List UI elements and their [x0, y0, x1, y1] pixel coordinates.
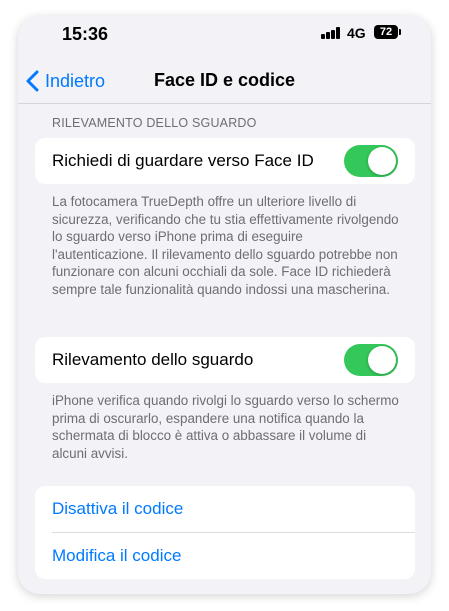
attention-face-id-group: Richiedi di guardare verso Face ID [35, 138, 415, 184]
change-passcode-label: Modifica il codice [52, 546, 182, 565]
passcode-group: Disattiva il codice Modifica il codice [35, 486, 415, 579]
require-attention-row: Richiedi di guardare verso Face ID [35, 138, 415, 184]
phone-screen: 15:36 4G 72 Indietro Face ID e codice RI… [18, 16, 431, 594]
attention-aware-footer: iPhone verifica quando rivolgi lo sguard… [52, 393, 399, 461]
section-header: RILEVAMENTO DELLO SGUARDO [52, 116, 257, 130]
status-time: 15:36 [62, 24, 109, 44]
attention-aware-row: Rilevamento dello sguardo [35, 337, 415, 383]
status-bar: 15:36 4G 72 [18, 16, 431, 52]
attention-aware-label: Rilevamento dello sguardo [52, 350, 254, 369]
network-type: 4G [347, 25, 366, 41]
require-attention-toggle[interactable] [344, 145, 398, 177]
battery-icon: 72 [374, 25, 398, 39]
battery-cap [399, 29, 401, 35]
attention-aware-toggle[interactable] [344, 344, 398, 376]
require-attention-label: Richiedi di guardare verso Face ID [52, 151, 314, 170]
navigation-bar: Indietro Face ID e codice [18, 60, 431, 104]
change-passcode-button[interactable]: Modifica il codice [35, 533, 415, 579]
cellular-signal-icon [321, 27, 341, 39]
require-attention-footer: La fotocamera TrueDepth offre un ulterio… [52, 194, 399, 297]
attention-aware-group: Rilevamento dello sguardo [35, 337, 415, 383]
page-title: Face ID e codice [153, 70, 296, 90]
disable-passcode-button[interactable]: Disattiva il codice [35, 486, 415, 532]
disable-passcode-label: Disattiva il codice [52, 499, 184, 518]
toggle-knob [368, 346, 396, 374]
toggle-knob [368, 147, 396, 175]
